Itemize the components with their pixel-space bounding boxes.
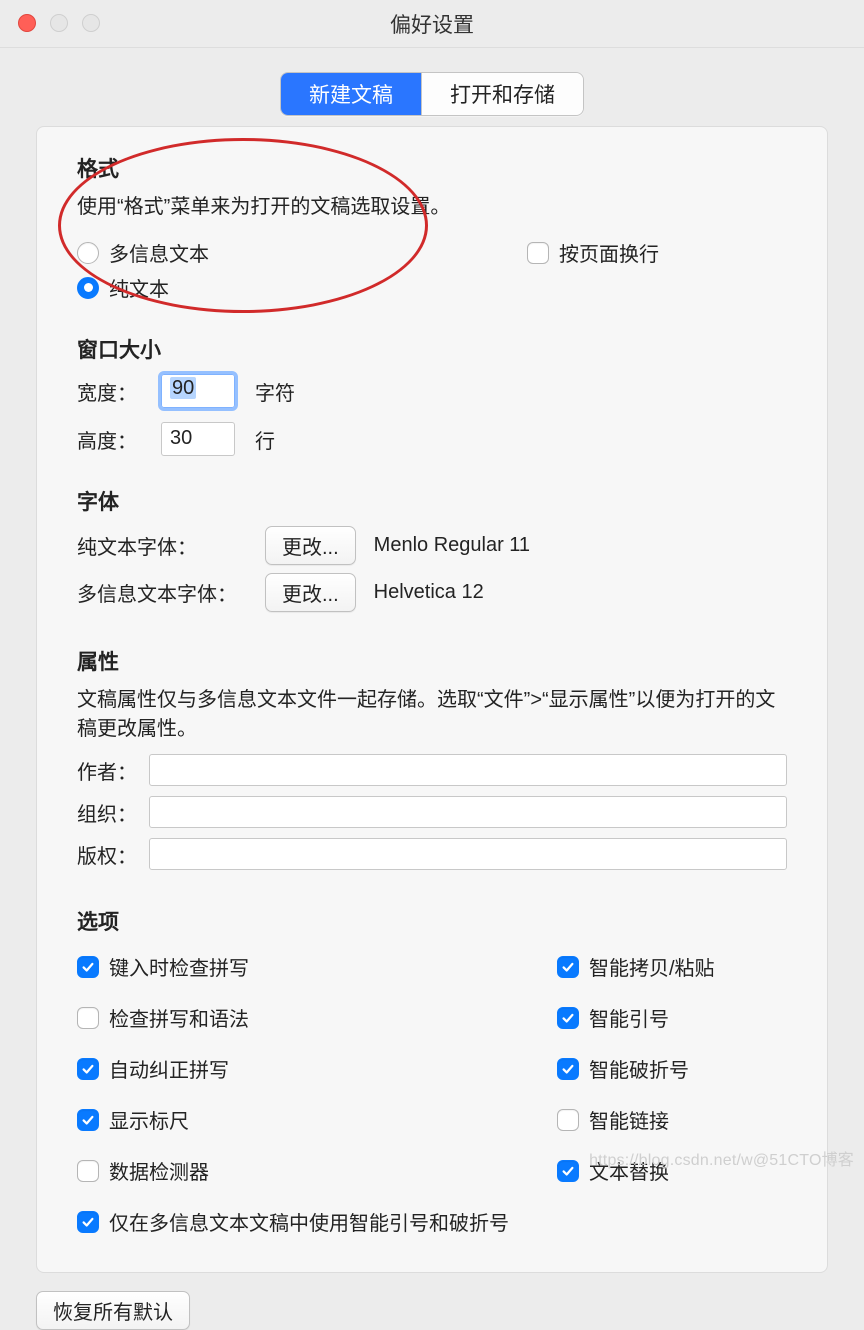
- width-units: 字符: [255, 377, 295, 406]
- org-input[interactable]: [149, 796, 787, 828]
- section-attributes-desc: 文稿属性仅与多信息文本文件一起存储。选取“文件”>“显示属性”以便为打开的文稿更…: [77, 686, 787, 744]
- author-input[interactable]: [149, 754, 787, 786]
- section-format-desc: 使用“格式”菜单来为打开的文稿选取设置。: [77, 193, 787, 222]
- title-bar: 偏好设置: [0, 0, 864, 48]
- plain-font-label: 纯文本字体：: [77, 531, 247, 560]
- window-controls: [18, 14, 100, 32]
- checkbox-option[interactable]: [77, 1211, 99, 1233]
- watermark-text: https://blog.csdn.net/w@51CTO博客: [589, 1146, 854, 1170]
- tab-bar: 新建文稿 打开和存储: [0, 72, 864, 116]
- radio-plain-text-label: 纯文本: [109, 273, 169, 302]
- plain-font-name: Menlo Regular 11: [374, 534, 530, 557]
- section-window-size-title: 窗口大小: [77, 334, 787, 364]
- section-attributes-title: 属性: [77, 646, 787, 676]
- minimize-icon[interactable]: [50, 14, 68, 32]
- copyright-label: 版权：: [77, 840, 139, 869]
- checkbox-option[interactable]: [77, 956, 99, 978]
- preferences-panel: 格式 使用“格式”菜单来为打开的文稿选取设置。 多信息文本 纯文本 按页面换行 …: [36, 126, 828, 1273]
- radio-rich-text[interactable]: [77, 242, 99, 264]
- section-fonts-title: 字体: [77, 486, 787, 516]
- checkbox-option-label: 智能拷贝/粘贴: [589, 952, 715, 981]
- width-label: 宽度：: [77, 377, 149, 406]
- rich-font-label: 多信息文本字体：: [77, 578, 247, 607]
- checkbox-option-label: 显示标尺: [109, 1105, 189, 1134]
- author-label: 作者：: [77, 756, 139, 785]
- checkbox-option-label: 数据检测器: [109, 1156, 209, 1185]
- checkbox-option-label: 自动纠正拼写: [109, 1054, 229, 1083]
- checkbox-option-label: 检查拼写和语法: [109, 1003, 249, 1032]
- checkbox-option-label: 仅在多信息文本文稿中使用智能引号和破折号: [109, 1207, 509, 1236]
- height-units: 行: [255, 425, 275, 454]
- rich-font-name: Helvetica 12: [374, 581, 484, 604]
- options-right-column: 智能拷贝/粘贴智能引号智能破折号智能链接文本替换: [557, 946, 787, 1242]
- checkbox-option[interactable]: [557, 956, 579, 978]
- checkbox-option-label: 智能破折号: [589, 1054, 689, 1083]
- checkbox-wrap-to-page[interactable]: [527, 242, 549, 264]
- section-format-title: 格式: [77, 153, 787, 183]
- checkbox-option-label: 智能引号: [589, 1003, 669, 1032]
- checkbox-option[interactable]: [77, 1058, 99, 1080]
- checkbox-option-label: 键入时检查拼写: [109, 952, 249, 981]
- checkbox-option[interactable]: [77, 1007, 99, 1029]
- checkbox-option[interactable]: [557, 1007, 579, 1029]
- radio-rich-text-label: 多信息文本: [109, 238, 209, 267]
- change-rich-font-button[interactable]: 更改...: [265, 573, 356, 612]
- checkbox-option[interactable]: [77, 1109, 99, 1131]
- org-label: 组织：: [77, 798, 139, 827]
- radio-plain-text[interactable]: [77, 277, 99, 299]
- window-title: 偏好设置: [0, 9, 864, 39]
- height-label: 高度：: [77, 425, 149, 454]
- width-input[interactable]: 90: [161, 374, 235, 408]
- tab-new-document[interactable]: 新建文稿: [281, 73, 421, 115]
- checkbox-wrap-to-page-label: 按页面换行: [559, 238, 659, 267]
- copyright-input[interactable]: [149, 838, 787, 870]
- restore-defaults-button[interactable]: 恢复所有默认: [36, 1291, 190, 1330]
- checkbox-option[interactable]: [557, 1160, 579, 1182]
- tab-open-save[interactable]: 打开和存储: [421, 73, 583, 115]
- checkbox-option[interactable]: [77, 1160, 99, 1182]
- zoom-icon[interactable]: [82, 14, 100, 32]
- height-input[interactable]: 30: [161, 422, 235, 456]
- checkbox-option-label: 智能链接: [589, 1105, 669, 1134]
- options-left-column: 键入时检查拼写检查拼写和语法自动纠正拼写显示标尺数据检测器仅在多信息文本文稿中使…: [77, 946, 509, 1242]
- section-options-title: 选项: [77, 906, 787, 936]
- checkbox-option[interactable]: [557, 1058, 579, 1080]
- checkbox-option[interactable]: [557, 1109, 579, 1131]
- change-plain-font-button[interactable]: 更改...: [265, 526, 356, 565]
- close-icon[interactable]: [18, 14, 36, 32]
